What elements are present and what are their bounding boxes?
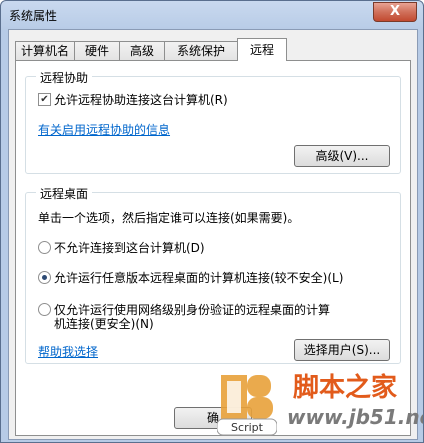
title-bar: 系统属性 X [1, 1, 423, 29]
radio-allow-any-version[interactable] [38, 271, 51, 284]
radio-disallow-label: 不允许连接到这台计算机(D) [54, 241, 205, 255]
remote-assistance-info-link[interactable]: 有关启用远程协助的信息 [38, 121, 170, 138]
watermark-site-name: 脚本之家 [293, 373, 398, 403]
remote-desktop-group: 远程桌面 单击一个选项，然后指定谁可以连接(如果需要)。 不允许连接到这台计算机… [25, 185, 401, 364]
select-users-button[interactable]: 选择用户(S)... [294, 339, 390, 361]
jb51-logo-watermark: Script [217, 375, 277, 436]
window-title: 系统属性 [9, 9, 58, 23]
tab-advanced[interactable]: 高级 [119, 41, 165, 60]
tab-remote[interactable]: 远程 [237, 38, 287, 61]
close-button[interactable]: X [373, 2, 417, 22]
svg-text:Script: Script [231, 421, 264, 434]
tab-computer-name[interactable]: 计算机名 [15, 41, 75, 60]
advanced-button[interactable]: 高级(V)... [294, 145, 390, 167]
radio-nla-label-line2: 机连接(更安全)(N) [54, 317, 154, 331]
system-properties-window: 系统属性 X 计算机名 硬件 高级 系统保护 远程 远程协助 ✔ 允许远程协助连… [0, 0, 424, 443]
radio-allow-nla-only[interactable] [38, 303, 51, 316]
radio-selected-dot [42, 275, 47, 280]
radio-disallow-connections[interactable] [38, 241, 51, 254]
tab-hardware[interactable]: 硬件 [74, 41, 120, 60]
remote-assistance-title: 远程协助 [36, 69, 93, 86]
remote-desktop-title: 远程桌面 [36, 185, 93, 202]
tab-system-protection[interactable]: 系统保护 [164, 41, 238, 60]
allow-remote-assistance-checkbox[interactable]: ✔ [38, 93, 51, 106]
help-me-choose-link[interactable]: 帮助我选择 [38, 343, 98, 360]
remote-assistance-group: 远程协助 ✔ 允许远程协助连接这台计算机(R) 有关启用远程协助的信息 高级(V… [25, 69, 401, 174]
watermark-site-url: www.jb51.net [287, 405, 423, 429]
radio-allow-any-label: 允许运行任意版本远程桌面的计算机连接(较不安全)(L) [54, 271, 344, 285]
remote-desktop-instruction: 单击一个选项，然后指定谁可以连接(如果需要)。 [38, 211, 300, 225]
allow-remote-assistance-label: 允许远程协助连接这台计算机(R) [54, 93, 228, 107]
